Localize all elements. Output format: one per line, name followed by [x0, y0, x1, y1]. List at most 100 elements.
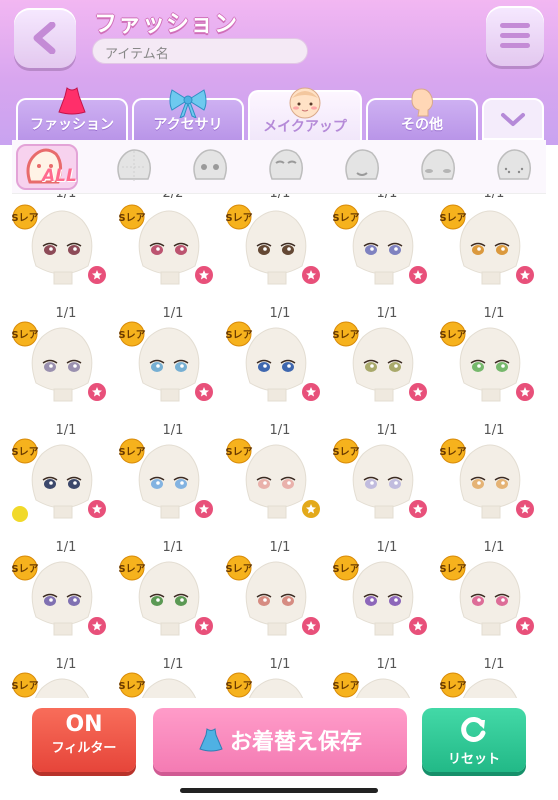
svg-text:Sレア: Sレア	[332, 212, 359, 224]
makeup-item[interactable]: Sレア	[12, 204, 110, 300]
makeup-item[interactable]: Sレア	[225, 555, 324, 651]
makeup-item[interactable]: Sレア	[12, 438, 110, 534]
owned-count: 1/1	[36, 194, 96, 201]
back-arrow-icon	[33, 22, 56, 54]
super-rare-badge: Sレア	[225, 321, 253, 347]
subfilter-face-base[interactable]	[102, 144, 164, 190]
svg-text:Sレア: Sレア	[439, 446, 466, 458]
makeup-item[interactable]: Sレア	[225, 438, 324, 534]
favorite-star-icon[interactable]	[409, 617, 427, 635]
svg-text:Sレア: Sレア	[12, 446, 39, 458]
item-grid[interactable]: 1/1 2/2 1/1 1/1 1/1 Sレア 1/1 Sレア 1/1 Sレア 1/1 Sレア 1/1 S…	[12, 194, 546, 698]
favorite-star-icon[interactable]	[302, 617, 320, 635]
makeup-item[interactable]: Sレア	[332, 438, 431, 534]
filter-toggle-button[interactable]: ON フィルター	[32, 708, 136, 772]
makeup-item[interactable]: Sレア	[332, 321, 431, 417]
tab-accessory[interactable]: アクセサリ	[132, 89, 244, 140]
makeup-item[interactable]: Sレア	[118, 438, 217, 534]
owned-count: 1/1	[55, 540, 77, 555]
tab-fashion[interactable]: ファッション	[16, 87, 128, 140]
favorite-star-icon[interactable]	[302, 500, 320, 518]
makeup-item[interactable]: Sレア	[225, 672, 324, 698]
lightbulb-icon[interactable]	[12, 506, 28, 522]
owned-count: 1/1	[269, 306, 291, 321]
dress-icon	[199, 728, 223, 752]
eyebrows-category-icon	[269, 149, 303, 180]
favorite-star-icon[interactable]	[302, 383, 320, 401]
favorite-star-icon[interactable]	[88, 266, 106, 284]
owned-count: 1/1	[55, 423, 77, 438]
tab-dropdown[interactable]	[482, 98, 544, 140]
face-icon	[289, 87, 321, 119]
makeup-item[interactable]: Sレア	[12, 672, 110, 698]
makeup-item[interactable]: Sレア	[439, 438, 538, 534]
menu-button[interactable]	[486, 6, 544, 66]
count-row-top: 1/1 2/2 1/1 1/1 1/1	[12, 194, 546, 204]
reset-button[interactable]: リセット	[422, 708, 526, 772]
makeup-item[interactable]: Sレア	[332, 672, 431, 698]
favorite-star-icon[interactable]	[516, 617, 534, 635]
makeup-item[interactable]: Sレア	[118, 555, 217, 651]
favorite-star-icon[interactable]	[409, 383, 427, 401]
refresh-icon	[461, 717, 486, 742]
makeup-item[interactable]: Sレア	[439, 555, 538, 651]
makeup-item[interactable]: Sレア	[439, 204, 538, 300]
subfilter-all[interactable]: ALL	[16, 144, 78, 190]
item-search-input[interactable]: アイテム名	[92, 38, 308, 64]
svg-text:Sレア: Sレア	[12, 563, 39, 575]
makeup-item[interactable]: Sレア	[118, 672, 217, 698]
super-rare-badge: Sレア	[332, 672, 360, 698]
svg-text:Sレア: Sレア	[225, 563, 252, 575]
favorite-star-icon[interactable]	[409, 500, 427, 518]
favorite-star-icon[interactable]	[516, 500, 534, 518]
home-indicator	[180, 788, 378, 793]
makeup-item[interactable]: Sレア	[439, 321, 538, 417]
super-rare-badge: Sレア	[332, 204, 360, 230]
bottom-bar: ON フィルター お着替え保存 リセット	[0, 698, 558, 800]
favorite-star-icon[interactable]	[302, 266, 320, 284]
makeup-item[interactable]: Sレア	[225, 321, 324, 417]
owned-count: 1/1	[376, 540, 398, 555]
favorite-star-icon[interactable]	[88, 383, 106, 401]
makeup-item[interactable]: Sレア	[332, 555, 431, 651]
owned-count: 1/1	[162, 306, 184, 321]
subfilter-all-label: ALL	[42, 166, 77, 186]
makeup-item[interactable]: Sレア	[225, 204, 324, 300]
svg-text:Sレア: Sレア	[332, 446, 359, 458]
favorite-star-icon[interactable]	[88, 500, 106, 518]
favorite-star-icon[interactable]	[195, 383, 213, 401]
owned-count: 2/2	[143, 194, 203, 201]
favorite-star-icon[interactable]	[195, 617, 213, 635]
makeup-item[interactable]: Sレア	[439, 672, 538, 698]
owned-count: 1/1	[483, 423, 505, 438]
svg-text:Sレア: Sレア	[439, 563, 466, 575]
tab-other-label: その他	[401, 117, 443, 133]
save-outfit-button[interactable]: お着替え保存	[153, 708, 407, 772]
favorite-star-icon[interactable]	[516, 266, 534, 284]
favorite-star-icon[interactable]	[195, 500, 213, 518]
subfilter-eyes[interactable]	[178, 144, 240, 190]
makeup-item[interactable]: Sレア	[118, 204, 217, 300]
subfilter-blush[interactable]	[406, 144, 468, 190]
page-title: ファッション	[94, 11, 238, 37]
favorite-star-icon[interactable]	[409, 266, 427, 284]
svg-text:Sレア: Sレア	[332, 329, 359, 341]
owned-count: 1/1	[464, 194, 524, 201]
subfilter-mouth[interactable]	[330, 144, 392, 190]
tab-other[interactable]: その他	[366, 88, 478, 140]
owned-count: 1/1	[269, 540, 291, 555]
back-button[interactable]	[14, 8, 76, 68]
subfilter-eyebrows[interactable]	[254, 144, 316, 190]
owned-count: 1/1	[162, 540, 184, 555]
tab-makeup[interactable]: メイクアップ	[248, 87, 362, 142]
makeup-item[interactable]: Sレア	[12, 321, 110, 417]
makeup-item[interactable]: Sレア	[332, 204, 431, 300]
favorite-star-icon[interactable]	[195, 266, 213, 284]
makeup-item[interactable]: Sレア	[118, 321, 217, 417]
favorite-star-icon[interactable]	[516, 383, 534, 401]
favorite-star-icon[interactable]	[88, 617, 106, 635]
app-screen: ファッション アイテム名 ファッション アクセサリ メイクアップ その他 ALL…	[0, 0, 558, 800]
makeup-item[interactable]: Sレア	[12, 555, 110, 651]
mouth-category-icon	[345, 149, 379, 180]
subfilter-freckles[interactable]	[482, 144, 544, 190]
